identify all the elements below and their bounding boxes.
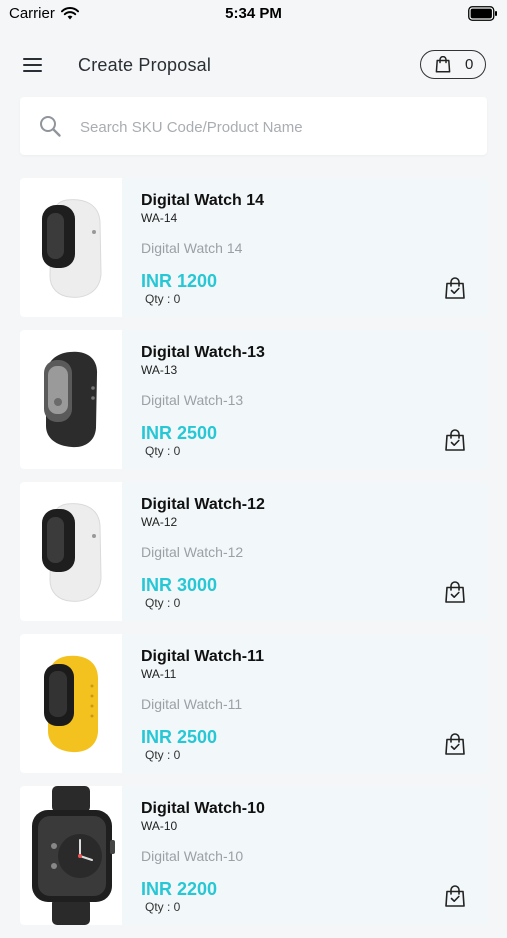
app-header: Create Proposal 0 [0,46,507,86]
search-icon [40,116,61,137]
product-image [20,178,122,317]
hamburger-menu-icon[interactable] [20,52,46,78]
product-description: Digital Watch-13 [141,392,244,408]
smartwatch-image [32,786,115,925]
product-description: Digital Watch-12 [141,544,244,560]
search-input[interactable] [78,109,472,145]
product-name: Digital Watch-10 [141,800,265,817]
product-sku: WA-11 [141,667,177,681]
product-sku: WA-12 [141,515,178,529]
status-time: 5:34 PM [225,5,282,22]
product-name: Digital Watch-11 [141,648,264,665]
add-to-bag-icon[interactable] [444,429,466,451]
product-card[interactable]: Digital Watch-11 WA-11 Digital Watch-11 … [20,634,488,773]
add-to-bag-icon[interactable] [444,277,466,299]
page-title: Create Proposal [78,55,212,75]
product-name: Digital Watch-13 [141,344,265,361]
black-band-watch-image [44,351,98,448]
search-bar [20,97,487,155]
product-card[interactable]: Digital Watch 14 WA-14 Digital Watch 14 … [20,178,488,317]
product-quantity: Qty : 0 [145,748,181,762]
product-description: Digital Watch-10 [141,848,244,864]
product-quantity: Qty : 0 [145,292,181,306]
product-card[interactable]: Digital Watch-12 WA-12 Digital Watch-12 … [20,482,488,621]
product-card[interactable]: Digital Watch-10 WA-10 Digital Watch-10 … [20,786,488,925]
product-price: INR 2500 [141,423,218,443]
product-list: Digital Watch 14 WA-14 Digital Watch 14 … [20,178,488,938]
product-name: Digital Watch 14 [141,192,264,209]
product-card[interactable]: Digital Watch-13 WA-13 Digital Watch-13 … [20,330,488,469]
product-description: Digital Watch-11 [141,696,243,712]
product-name: Digital Watch-12 [141,496,265,513]
product-price: INR 2200 [141,879,218,899]
product-image [20,786,122,925]
product-price: INR 1200 [141,271,218,291]
yellow-band-watch-image [44,655,98,753]
white-band-watch-image [42,199,102,298]
product-image [20,330,122,469]
add-to-bag-icon[interactable] [444,581,466,603]
product-sku: WA-10 [141,819,178,833]
product-description: Digital Watch 14 [141,240,243,256]
cart-button[interactable]: 0 [420,50,486,79]
product-price: INR 3000 [141,575,218,595]
product-price: INR 2500 [141,727,218,747]
product-sku: WA-13 [141,363,178,377]
product-image [20,634,122,773]
shopping-bag-icon [435,56,451,73]
product-quantity: Qty : 0 [145,596,181,610]
status-bar: Carrier 5:34 PM [0,0,507,30]
white-band-watch-image [42,503,102,602]
battery-icon [468,6,497,21]
product-sku: WA-14 [141,211,178,225]
product-quantity: Qty : 0 [145,900,181,914]
add-to-bag-icon[interactable] [444,885,466,907]
product-quantity: Qty : 0 [145,444,181,458]
add-to-bag-icon[interactable] [444,733,466,755]
product-image [20,482,122,621]
cart-count-badge: 0 [465,56,474,73]
